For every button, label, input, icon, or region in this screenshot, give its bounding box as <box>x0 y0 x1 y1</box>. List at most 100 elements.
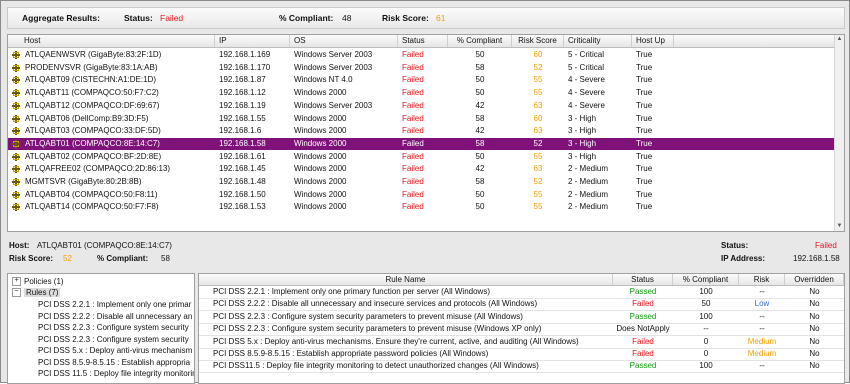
scroll-down-arrow-icon[interactable]: ▼ <box>835 222 844 231</box>
host-cell-status: Failed <box>402 138 424 148</box>
host-cell-compliant: 58 <box>475 177 485 186</box>
policy-rule-tree[interactable]: + Policies (1) − Rules (7) PCI DSS 2.2.1 :… <box>7 273 195 384</box>
host-row[interactable]: ATLQABT09 (CISTECHN:A1:DE:1D) 192.168.1.8… <box>8 74 834 86</box>
tree-node-policies[interactable]: + Policies (1) <box>12 276 64 287</box>
host-table-scrollbar[interactable]: ▲ ▼ <box>834 35 844 231</box>
col-status[interactable]: Status <box>398 35 448 47</box>
host-cell-host: ATLQABT12 (COMPAQCO:DF:69:67) <box>25 100 160 110</box>
rule-row[interactable]: PCI DSS 2.2.3 : Configure system securit… <box>199 323 844 337</box>
col-rule-name[interactable]: Rule Name <box>199 274 613 285</box>
rule-cell-name: PCI DSS 5.x : Deploy anti-virus mechanis… <box>213 336 579 346</box>
host-cell-criticality: 3 - High <box>568 151 597 161</box>
col-host[interactable]: Host <box>8 35 215 47</box>
col-rule-risk[interactable]: Risk <box>739 274 785 285</box>
rule-cell-compliant: 50 <box>701 299 711 309</box>
host-cell-compliant: 50 <box>475 151 485 161</box>
host-status-icon <box>12 127 20 136</box>
host-cell-os: Windows Server 2003 <box>294 50 373 59</box>
detail-host-value: ATLQABT01 (COMPAQCO:8E:14:C7) <box>37 241 172 250</box>
host-cell-host: ATLQAFREE02 (COMPAQCO:2D:86:13) <box>25 164 171 174</box>
col-rule-compliant[interactable]: % Compliant <box>673 274 739 285</box>
col-host-up[interactable]: Host Up <box>632 35 674 47</box>
host-cell-os: Windows Server 2003 <box>294 100 373 110</box>
rule-cell-name: PCI DSS 8.5.9-8.5.15 : Establish appropr… <box>213 349 489 358</box>
host-cell-risk: 55 <box>533 151 543 161</box>
scroll-up-arrow-icon[interactable]: ▲ <box>835 35 844 44</box>
host-cell-os: Windows NT 4.0 <box>294 75 353 85</box>
detail-status-label: Status: <box>721 241 749 250</box>
host-cell-os: Windows 2000 <box>294 202 347 212</box>
rule-row[interactable]: PCI DSS 2.2.1 : Implement only one prima… <box>199 286 844 299</box>
tree-rule-item[interactable]: PCI DSS 2.2.3 : Configure system securit… <box>38 322 189 333</box>
host-cell-ip: 192.168.1.48 <box>219 177 266 186</box>
col-compliant[interactable]: % Compliant <box>448 35 512 47</box>
host-row[interactable]: MGMTSVR (GigaByte:80:2B:8B) 192.168.1.48 W… <box>8 176 834 188</box>
host-cell-compliant: 42 <box>475 126 485 136</box>
host-cell-criticality: 3 - High <box>568 113 597 123</box>
host-cell-os: Windows 2000 <box>294 138 347 148</box>
host-status-icon <box>12 89 20 98</box>
host-cell-criticality: 5 - Critical <box>568 50 605 59</box>
rule-results-table[interactable]: Rule Name Status % Compliant Risk Overri… <box>198 273 845 384</box>
host-cell-up: True <box>636 151 653 161</box>
host-cell-ip: 192.168.1.50 <box>219 189 266 199</box>
col-rule-status[interactable]: Status <box>613 274 673 285</box>
host-row[interactable]: PRODENVSVR (GigaByte:83:1A:AB) 192.168.1.… <box>8 62 834 74</box>
rule-row[interactable]: PCI DSS 2.2.3 : Configure system securit… <box>199 311 844 324</box>
host-cell-ip: 192.168.1.6 <box>219 126 262 136</box>
rule-row[interactable]: PCI DSS 8.5.9-8.5.15 : Establish appropr… <box>199 348 844 361</box>
rule-cell-overridden: No <box>809 361 820 371</box>
host-cell-os: Windows 2000 <box>294 151 347 161</box>
rule-cell-risk: -- <box>759 311 765 321</box>
host-cell-os: Windows 2000 <box>294 177 347 186</box>
host-cell-compliant: 42 <box>475 100 485 110</box>
rule-cell-compliant: 0 <box>703 336 709 346</box>
host-cell-ip: 192.168.1.61 <box>219 151 266 161</box>
tree-rule-item[interactable]: PCI DSS 5.x : Deploy anti-virus mechanis… <box>38 345 192 356</box>
host-cell-risk: 63 <box>533 164 543 174</box>
tree-rule-item[interactable]: PCI DSS 2.2.2 : Disable all unnecessary … <box>38 311 192 322</box>
host-cell-up: True <box>636 202 653 212</box>
col-ip[interactable]: IP <box>215 35 290 47</box>
host-row[interactable]: ATLQABT06 (DellComp:B9:3D:F5) 192.168.1.5… <box>8 113 834 125</box>
col-rule-overridden[interactable]: Overridden <box>785 274 844 285</box>
host-row[interactable]: ATLQAFREE02 (COMPAQCO:2D:86:13) 192.168.1… <box>8 163 834 175</box>
detail-risk-value: 52 <box>63 254 72 263</box>
detail-compliant-value: 58 <box>161 254 170 263</box>
expand-plus-icon[interactable]: + <box>12 277 21 287</box>
host-row[interactable]: ATLQABT01 (COMPAQCO:8E:14:C7) 192.168.1.5… <box>8 137 834 150</box>
host-status-icon <box>12 203 20 212</box>
host-cell-ip: 192.168.1.170 <box>219 62 271 72</box>
tree-node-rules[interactable]: − Rules (7) <box>12 287 61 298</box>
host-row[interactable]: ATLQABT02 (COMPAQCO:BF:2D:8E) 192.168.1.6… <box>8 151 834 163</box>
host-results-table[interactable]: Host IP OS Status % Compliant Risk Score… <box>7 34 845 232</box>
rule-row[interactable]: PCI DSS11.5 : Deploy file integrity moni… <box>199 360 844 374</box>
rule-cell-overridden: No <box>809 299 820 309</box>
host-row[interactable]: ATLQAENWSVR (GigaByte:83:2F:1D) 192.168.1… <box>8 49 834 61</box>
host-status-icon <box>12 190 20 199</box>
host-row[interactable]: ATLQABT12 (COMPAQCO:DF:69:67) 192.168.1.1… <box>8 100 834 112</box>
host-row[interactable]: ATLQABT04 (COMPAQCO:50:F8:11) 192.168.1.5… <box>8 189 834 201</box>
collapse-minus-icon[interactable]: − <box>12 288 21 298</box>
rule-cell-status: Passed <box>629 311 657 321</box>
host-row[interactable]: ATLQABT14 (COMPAQCO:50:F7:F8) 192.168.1.5… <box>8 201 834 213</box>
detail-compliant-label: % Compliant: <box>97 254 149 263</box>
host-cell-ip: 192.168.1.45 <box>219 164 266 174</box>
host-cell-host: PRODENVSVR (GigaByte:83:1A:AB) <box>25 62 158 72</box>
host-cell-os: Windows 2000 <box>294 113 347 123</box>
tree-rule-item[interactable]: PCI DSS 8.5.9-8.5.15 : Establish appropr… <box>38 357 190 368</box>
host-row[interactable]: ATLQABT11 (COMPAQCO:50:F7:C2) 192.168.1.1… <box>8 87 834 99</box>
tree-rule-item[interactable]: PCI DSS 2.2.3 : Configure system securit… <box>38 334 189 345</box>
col-os[interactable]: OS <box>290 35 398 47</box>
rule-row[interactable]: PCI DSS 5.x : Deploy anti-virus mechanis… <box>199 336 844 349</box>
col-risk-score[interactable]: Risk Score <box>512 35 564 47</box>
tree-rule-item[interactable]: PCI DSS 2.2.1 : Implement only one prima… <box>38 299 191 310</box>
host-row[interactable]: ATLQABT03 (COMPAQCO:33:DF:5D) 192.168.1.6… <box>8 125 834 137</box>
rule-cell-compliant: 100 <box>699 311 713 321</box>
detail-risk-label: Risk Score: <box>9 254 54 263</box>
tree-rule-item[interactable]: PCI DSS 11.5 : Deploy file integrity mon… <box>38 368 194 379</box>
rule-row[interactable]: PCI DSS 2.2.2 : Disable all unnecessary … <box>199 298 844 312</box>
host-cell-host: ATLQAENWSVR (GigaByte:83:2F:1D) <box>25 50 162 59</box>
col-criticality[interactable]: Criticality <box>564 35 632 47</box>
host-cell-risk: 60 <box>533 113 543 123</box>
